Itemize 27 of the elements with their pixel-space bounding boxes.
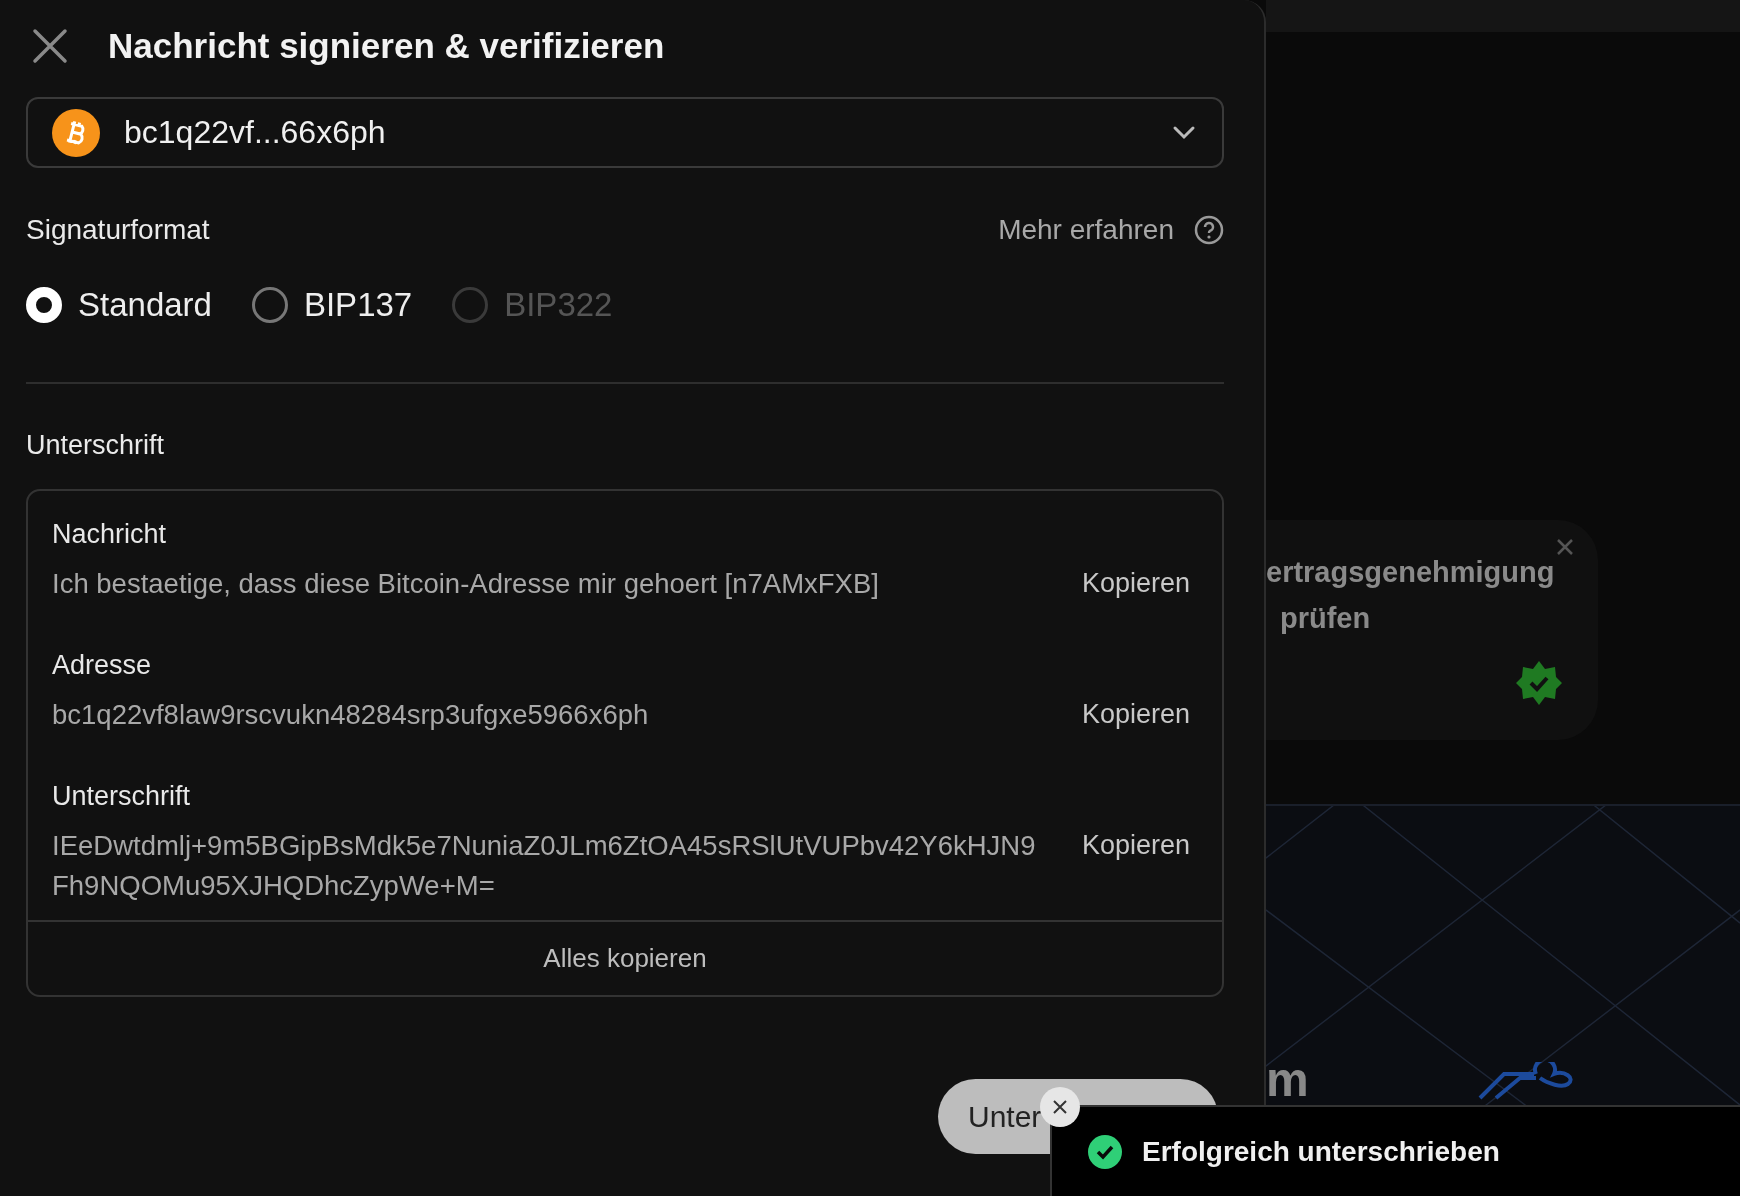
field-label: Nachricht (52, 519, 168, 550)
field-label: Adresse (52, 650, 153, 681)
card-text: prüfen (1280, 602, 1371, 635)
address-select[interactable]: bc1q22vf...66x6ph (26, 97, 1224, 168)
help-icon[interactable] (1194, 215, 1224, 245)
verified-badge-icon (1516, 660, 1562, 706)
copy-button[interactable]: Kopieren (1081, 699, 1190, 730)
card-text: ertragsgenehmigung (1266, 556, 1555, 589)
field-value: bc1q22vf8law9rscvukn48284srp3ufgxe5966x6ph (52, 698, 650, 732)
copy-all-button[interactable]: Alles kopieren (28, 920, 1222, 995)
success-icon (1088, 1134, 1122, 1169)
radio-option[interactable]: Standard (26, 286, 212, 324)
dialog-title: Nachricht signieren & verifizieren (108, 26, 665, 66)
chevron-down-icon (1172, 124, 1196, 141)
close-icon[interactable] (1040, 1087, 1080, 1127)
section-label: Unterschrift (26, 430, 166, 461)
bitcoin-icon (52, 108, 100, 157)
banner-text: m (1266, 1056, 1309, 1104)
field-label: Unterschrift (52, 781, 192, 812)
learn-more-link[interactable]: Mehr erfahren (998, 214, 1174, 246)
field-value: Ich bestaetige, dass diese Bitcoin-Adresse mir gehoert [n7AMxFXB] (52, 567, 880, 601)
radio-option[interactable]: BIP137 (251, 286, 413, 324)
copy-button[interactable]: Kopieren (1081, 830, 1190, 861)
copy-button[interactable]: Kopieren (1081, 568, 1190, 599)
toast-message: Erfolgreich unterschrieben (1142, 1135, 1500, 1168)
field-value: IEeDwtdmlj+9m5BGipBsMdk5e7NuniaZ0JLm6ZtOA45sRSlUtVUPbv42Y6kHJN9Fh9NQOMu95XJHQDhcZypWe+M= (52, 829, 1037, 903)
section-label: Signaturformat (26, 214, 211, 246)
